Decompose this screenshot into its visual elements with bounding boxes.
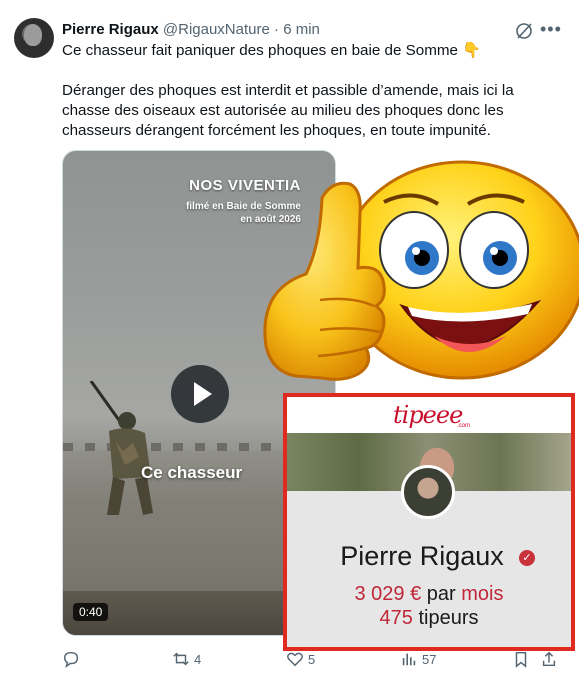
tipers-label: tipeurs [418, 607, 479, 629]
more-icon[interactable]: ••• [540, 19, 561, 39]
like-icon [287, 652, 303, 667]
tweet-time[interactable]: 6 min [283, 21, 320, 38]
tipeee-logo-suffix: .com [457, 423, 471, 429]
tweet-text-para2: Déranger des phoques est interdit et pas… [62, 82, 514, 139]
bookmark-button[interactable] [512, 648, 530, 670]
like-button[interactable]: 5 [286, 648, 315, 670]
verified-icon: ✓ [519, 550, 535, 566]
bookmark-icon [515, 651, 527, 668]
thumbs-up-emoji [263, 160, 579, 381]
amount-period: mois [461, 583, 504, 605]
tipeee-logo: tipeee [393, 401, 463, 429]
tweet-header: Pierre Rigaux @RigauxNature · 6 min [62, 20, 320, 40]
amount-value: 3 029 € [354, 583, 422, 605]
retweet-count: 4 [194, 651, 202, 667]
header-separator: · [274, 21, 280, 38]
play-icon[interactable] [171, 365, 229, 423]
amount-middle: par [426, 583, 456, 605]
tipers-count: 475 [379, 607, 413, 629]
tweet-actions: 4 5 57 [56, 648, 568, 672]
views-count: 57 [422, 651, 437, 667]
tipeee-tipers: 475 tipeurs [287, 607, 571, 630]
tweet-text-line1: Ce chasseur fait paniquer des phoques en… [62, 42, 482, 59]
video-caption: Ce chasseur [141, 463, 243, 482]
retweet-button[interactable]: 4 [172, 648, 201, 670]
reply-icon [63, 651, 79, 668]
retweet-icon [173, 652, 189, 666]
tweet-text: Ce chasseur fait paniquer des phoques en… [62, 41, 562, 161]
author-name[interactable]: Pierre Rigaux [62, 21, 159, 38]
author-handle[interactable]: @RigauxNature [163, 21, 270, 38]
like-count: 5 [308, 651, 316, 667]
share-button[interactable] [540, 648, 558, 670]
video-duration: 0:40 [73, 603, 109, 621]
reply-button[interactable] [62, 648, 84, 670]
tipeee-amount: 3 029 € par mois [287, 583, 571, 606]
author-avatar[interactable] [14, 18, 54, 58]
tipeee-name: Pierre Rigaux [340, 541, 504, 571]
tipeee-panel: tipeee .com Pierre Rigaux ✓ 3 029 € par … [283, 393, 575, 651]
grok-icon[interactable] [514, 21, 534, 41]
hunter-figure [89, 381, 153, 515]
views-button[interactable]: 57 [400, 648, 436, 670]
views-icon [402, 653, 416, 666]
tipeee-avatar [401, 465, 455, 519]
share-icon [542, 651, 556, 667]
